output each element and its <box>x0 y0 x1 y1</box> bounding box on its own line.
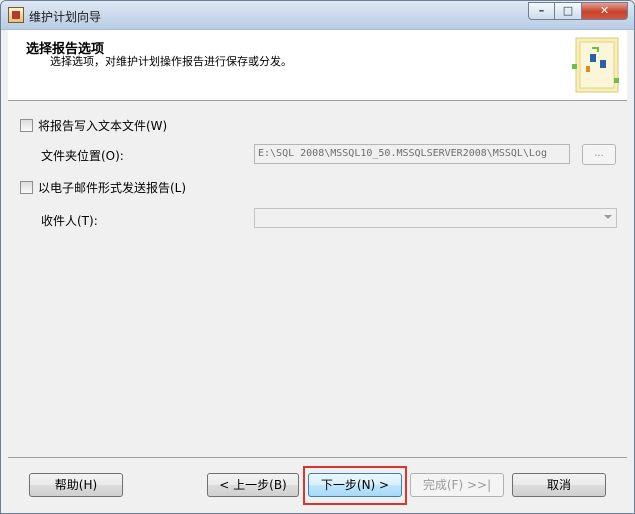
chevron-down-icon <box>604 215 612 219</box>
write-to-file-checkbox[interactable] <box>20 119 33 132</box>
close-button[interactable]: ✕ <box>582 2 628 20</box>
minimize-icon: – <box>538 4 545 17</box>
wizard-header: 选择报告选项 选择选项，对维护计划操作报告进行保存或分发。 <box>8 30 627 101</box>
window-title: 维护计划向导 <box>29 10 102 24</box>
help-button[interactable]: 帮助(H) <box>29 473 123 497</box>
maximize-button[interactable]: □ <box>555 2 582 20</box>
maximize-icon: □ <box>562 4 574 17</box>
minimize-button[interactable]: – <box>528 2 555 20</box>
folder-location-input[interactable]: E:\SQL 2008\MSSQL10_50.MSSQLSERVER2008\M… <box>254 144 570 164</box>
title-bar[interactable]: 维护计划向导 – □ ✕ <box>1 1 634 30</box>
close-icon: ✕ <box>599 4 610 17</box>
next-button[interactable]: 下一步(N) > <box>308 473 402 497</box>
recipient-select[interactable] <box>254 208 617 228</box>
app-icon <box>8 7 24 23</box>
email-report-label[interactable]: 以电子邮件形式发送报告(L) <box>38 179 186 196</box>
folder-location-label: 文件夹位置(O): <box>41 149 124 163</box>
browse-folder-button[interactable]: ... <box>582 144 616 165</box>
page-subtitle: 选择选项，对维护计划操作报告进行保存或分发。 <box>50 55 292 68</box>
back-button[interactable]: < 上一步(B) <box>207 473 299 497</box>
recipient-label: 收件人(T): <box>41 214 98 228</box>
footer-divider <box>8 457 627 458</box>
wizard-graphic-icon <box>572 37 619 93</box>
write-to-file-label[interactable]: 将报告写入文本文件(W) <box>38 117 167 134</box>
cancel-button[interactable]: 取消 <box>512 473 606 497</box>
email-report-checkbox[interactable] <box>20 181 33 194</box>
options-panel: 将报告写入文本文件(W) 文件夹位置(O): E:\SQL 2008\MSSQL… <box>8 101 627 447</box>
wizard-window: 维护计划向导 – □ ✕ 选择报告选项 选择选项，对维护计划操作报告进行保存或分… <box>0 0 635 514</box>
finish-button[interactable]: 完成(F) >>| <box>410 473 504 497</box>
